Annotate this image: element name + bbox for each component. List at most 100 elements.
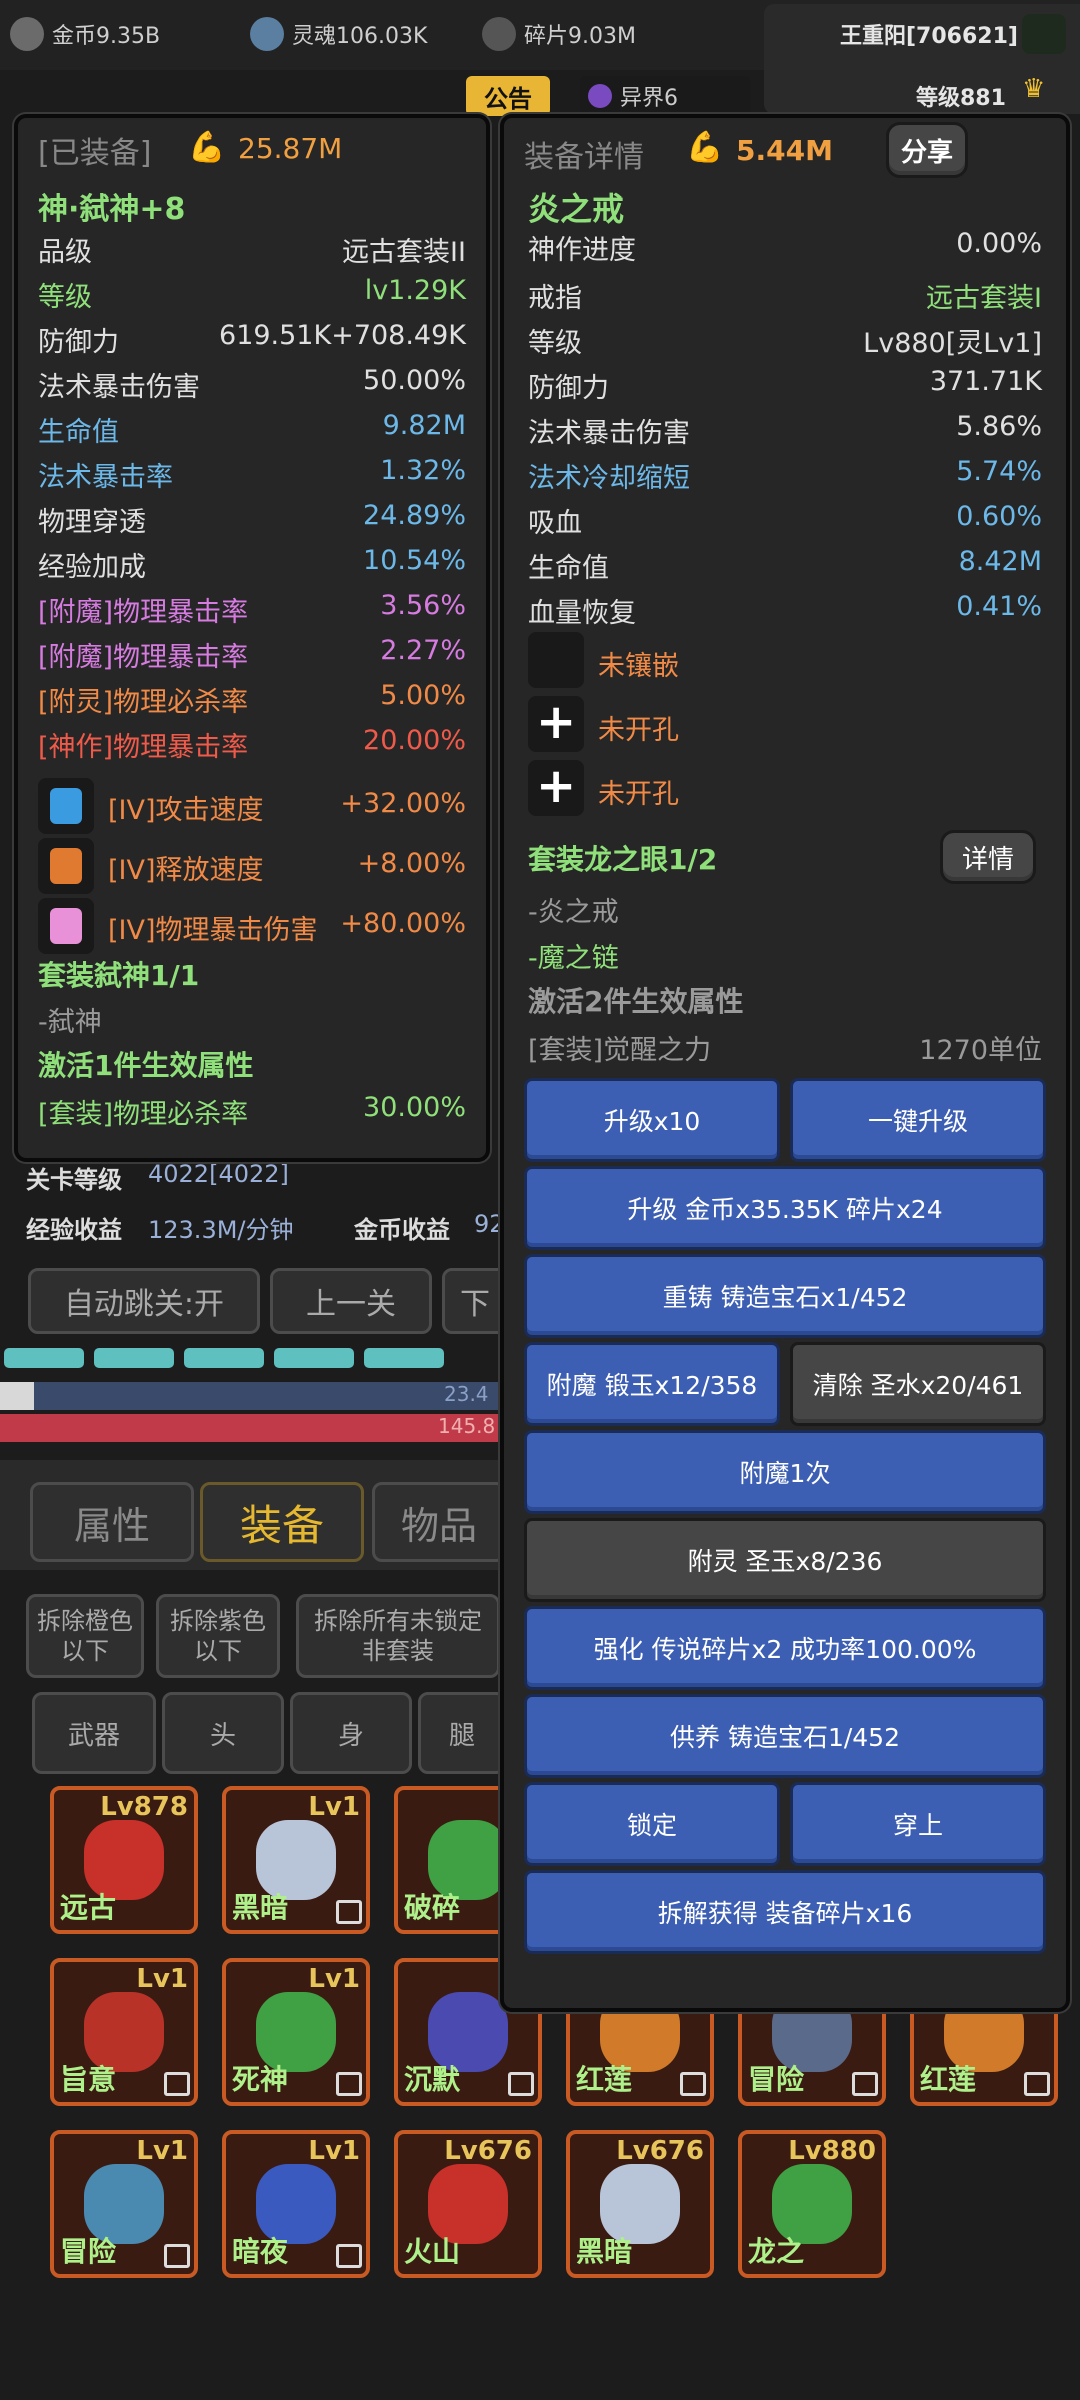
enchant-once-button[interactable]: 附魔1次 [524, 1430, 1046, 1514]
item-name: 红莲 [576, 2063, 633, 2096]
item-name: 冒险 [748, 2063, 805, 2096]
stat-label: 法术冷却缩短 [528, 463, 690, 494]
inventory-item[interactable]: Lv880 龙之 [738, 2130, 886, 2278]
socket-row[interactable]: 未镶嵌 [504, 632, 1066, 690]
hp-bar: 145.8 [0, 1414, 500, 1442]
detail-stat-row: 吸血 0.60% [504, 501, 1066, 545]
item-level: Lv878 [100, 1792, 188, 1822]
item-name: 旨意 [60, 2063, 117, 2096]
nourish-button[interactable]: 供养 铸造宝石1/452 [524, 1694, 1046, 1778]
right-set-bonus-label: [套装]觉醒之力 [528, 1035, 712, 1066]
stat-value: 5.86% [956, 411, 1042, 442]
item-name: 火山 [404, 2235, 461, 2268]
inventory-item[interactable]: Lv676 黑暗 [566, 2130, 714, 2278]
gem-label: [IV]攻击速度 [108, 795, 264, 826]
right-set-bonus-value: 1270单位 [919, 1035, 1042, 1066]
stat-value: 1.32% [380, 455, 466, 486]
orange-gem-icon [38, 838, 94, 894]
gem-row: [IV]释放速度 +8.00% [18, 838, 486, 894]
detail-power: 5.44M [736, 134, 833, 167]
player-name: 王重阳[706621] [840, 24, 1018, 49]
socket-row[interactable]: + 未开孔 [504, 694, 1066, 754]
stat-value: 5.74% [956, 456, 1042, 487]
recast-button[interactable]: 重铸 铸造宝石x1/452 [524, 1254, 1046, 1338]
gem-label: [IV]物理暴击伤害 [108, 915, 318, 946]
otherworld-button[interactable]: 异界6 [580, 76, 750, 116]
item-level: Lv1 [308, 2136, 360, 2166]
stat-label: 生命值 [528, 553, 609, 584]
left-set-title: 套装弑神1/1 [38, 959, 200, 992]
progress-label: 神作进度 [528, 235, 636, 266]
prev-stage-button[interactable]: 上一关 [270, 1268, 432, 1334]
notice-button[interactable]: 公告 [466, 76, 550, 116]
lock-icon [336, 2072, 362, 2096]
detail-header: 装备详情 [524, 140, 644, 175]
stat-row: 防御力 619.51K+708.49K [18, 320, 486, 364]
filter-weapon[interactable]: 武器 [32, 1692, 156, 1774]
shard-icon [482, 17, 516, 51]
gem-label: [IV]释放速度 [108, 855, 264, 886]
set-detail-button[interactable]: 详情 [940, 830, 1036, 884]
inventory-item[interactable]: Lv676 火山 [394, 2130, 542, 2278]
player-card[interactable]: 王重阳[706621] 等级881 ♛ [764, 4, 1080, 114]
filter-body[interactable]: 身 [290, 1692, 412, 1774]
blue-gem-icon [38, 778, 94, 834]
tab-attributes[interactable]: 属性 [30, 1482, 194, 1562]
gem-value: +8.00% [357, 848, 466, 879]
add-socket-icon: + [528, 694, 584, 752]
stat-label: 生命值 [38, 417, 119, 448]
left-set-item: -弑神 [38, 1007, 102, 1038]
stat-row: 法术暴击率 1.32% [18, 455, 486, 499]
lock-icon [680, 2072, 706, 2096]
filter-head[interactable]: 头 [162, 1692, 284, 1774]
stat-row: [神作]物理暴击率 20.00% [18, 725, 486, 769]
auto-jump-button[interactable]: 自动跳关:开 [28, 1268, 260, 1334]
portal-icon [588, 84, 612, 108]
item-name: 暗夜 [232, 2235, 289, 2268]
stat-label: 吸血 [528, 508, 582, 539]
stat-row: 生命值 9.82M [18, 410, 486, 454]
stat-row: 品级 远古套装II [18, 230, 486, 274]
clear-button[interactable]: 清除 圣水x20/461 [790, 1342, 1046, 1426]
inventory-item[interactable]: Lv1 黑暗 [222, 1786, 370, 1934]
stat-label: 防御力 [528, 373, 609, 404]
tab-equipment[interactable]: 装备 [200, 1482, 364, 1562]
enchant-cost-button[interactable]: 附魔 锻玉x12/358 [524, 1342, 780, 1426]
spirit-button[interactable]: 附灵 圣玉x8/236 [524, 1518, 1046, 1602]
item-name: 冒险 [60, 2235, 117, 2268]
right-set-item2: -魔之链 [528, 943, 619, 974]
upgrade-x10-button[interactable]: 升级x10 [524, 1078, 780, 1162]
item-level: Lv1 [136, 1964, 188, 1994]
dismantle-purple-button[interactable]: 拆除紫色以下 [156, 1594, 280, 1678]
item-name: 破碎 [404, 1891, 461, 1924]
next-stage-button[interactable]: 下 [442, 1268, 508, 1334]
right-set-item1: -炎之戒 [528, 897, 619, 928]
stat-value: lv1.29K [364, 275, 466, 306]
inventory-item[interactable]: Lv1 暗夜 [222, 2130, 370, 2278]
lock-icon [852, 2072, 878, 2096]
dismantle-all-button[interactable]: 拆除所有未锁定非套装 [296, 1594, 500, 1678]
lock-button[interactable]: 锁定 [524, 1782, 780, 1866]
right-set-title: 套装龙之眼1/2 [528, 843, 718, 876]
share-button[interactable]: 分享 [886, 122, 968, 178]
inventory-item[interactable]: Lv1 旨意 [50, 1958, 198, 2106]
inventory-item[interactable]: Lv878 远古 [50, 1786, 198, 1934]
right-set-activate: 激活2件生效属性 [528, 985, 744, 1018]
inventory-item[interactable]: Lv1 冒险 [50, 2130, 198, 2278]
wear-button[interactable]: 穿上 [790, 1782, 1046, 1866]
strengthen-button[interactable]: 强化 传说碎片x2 成功率100.00% [524, 1606, 1046, 1690]
inventory-item[interactable]: Lv1 死神 [222, 1958, 370, 2106]
lock-icon [336, 2244, 362, 2268]
filter-legs[interactable]: 腿 [418, 1692, 506, 1774]
detail-stat-row: 等级 Lv880[灵Lv1] [504, 321, 1066, 365]
stat-value: 远古套装I [926, 283, 1042, 314]
socket-label: 未开孔 [598, 779, 679, 810]
upgrade-all-button[interactable]: 一键升级 [790, 1078, 1046, 1162]
dismantle-orange-button[interactable]: 拆除橙色以下 [26, 1594, 144, 1678]
stat-value: 9.82M [382, 410, 466, 441]
stat-row: 经验加成 10.54% [18, 545, 486, 589]
tab-items[interactable]: 物品 [372, 1482, 506, 1562]
dismantle-button[interactable]: 拆解获得 装备碎片x16 [524, 1870, 1046, 1954]
socket-row[interactable]: + 未开孔 [504, 758, 1066, 818]
upgrade-cost-button[interactable]: 升级 金币x35.35K 碎片x24 [524, 1166, 1046, 1250]
